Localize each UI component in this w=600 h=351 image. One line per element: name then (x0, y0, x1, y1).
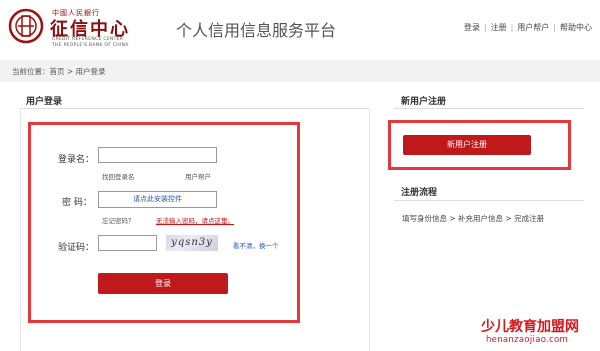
divider (394, 200, 584, 201)
divider (394, 108, 584, 109)
login-panel-title: 用户登录 (26, 97, 63, 107)
password-label: 密 码： (62, 198, 92, 208)
header: 中國人民銀行 征信中心 CREDIT REFERENCE CENTER THE … (0, 0, 600, 56)
breadcrumb-bar: 当前位置：首页 > 用户登录 (0, 60, 600, 82)
captcha-input[interactable] (98, 235, 157, 251)
watermark-url: henanzaojiao.com (486, 335, 569, 345)
logo[interactable]: 中國人民銀行 征信中心 CREDIT REFERENCE CENTER THE … (8, 8, 143, 50)
logo-english-line2: THE PEOPLE'S BANK OF CHINA (52, 43, 129, 48)
user-account-link[interactable]: 用户帮户 (185, 171, 211, 181)
nav-login-link[interactable]: 登录 (464, 23, 480, 32)
breadcrumb: 当前位置：首页 > 用户登录 (12, 67, 106, 76)
site-title: 个人信用信息服务平台 (176, 21, 337, 40)
watermark-title: 少儿教育加盟网 (481, 319, 579, 335)
nav-register-link[interactable]: 注册 (491, 23, 507, 32)
captcha-label: 验证码： (58, 243, 95, 253)
register-panel-title: 新用户注册 (401, 97, 447, 107)
register-button[interactable]: 新用户注册 (403, 135, 531, 155)
refresh-captcha-link[interactable]: 看不清，换一个 (233, 240, 279, 250)
username-input[interactable] (98, 147, 217, 163)
find-username-link[interactable]: 找回登录名 (102, 171, 135, 181)
nav-help-link[interactable]: 帮助中心 (560, 23, 592, 32)
flow-panel-title: 注册流程 (401, 188, 438, 198)
install-control-button[interactable]: 请点此安装控件 (98, 191, 217, 208)
logo-english-line1: CREDIT REFERENCE CENTER (52, 37, 124, 42)
password-help-link[interactable]: 无法输入密码，请点这里。 (156, 215, 234, 225)
captcha-image[interactable]: yqsn3y (166, 235, 218, 251)
nav-user-account-link[interactable]: 用户帮户 (517, 23, 549, 32)
forgot-password-link[interactable]: 忘记密码？ (102, 215, 135, 225)
registration-flow-steps: 填写身份信息 > 补充用户信息 > 完成注册 (402, 214, 545, 223)
seal-icon (8, 8, 44, 44)
login-button[interactable]: 登录 (98, 273, 228, 294)
username-label: 登录名： (58, 155, 95, 165)
top-nav: 登录 | 注册 | 用户帮户 | 帮助中心 (463, 23, 592, 32)
